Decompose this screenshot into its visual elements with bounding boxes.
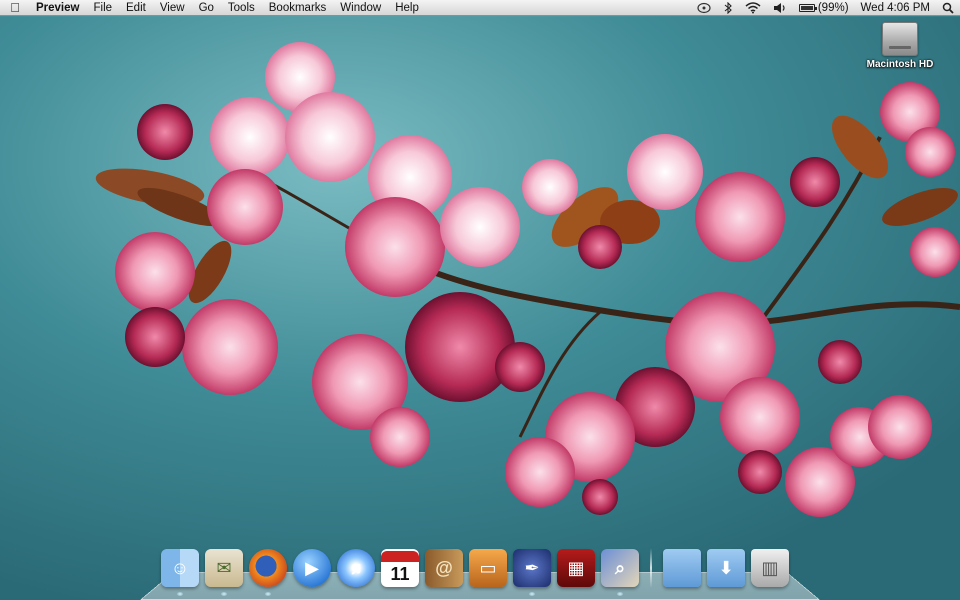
- mail-icon: ✉: [205, 549, 243, 587]
- ichat-icon: ▶: [293, 549, 331, 587]
- menu-view[interactable]: View: [153, 0, 192, 16]
- folder-icon: [663, 549, 701, 587]
- macintosh-hd-label: Macintosh HD: [866, 59, 934, 70]
- dock-separator: [650, 548, 652, 588]
- wifi-icon[interactable]: [739, 1, 767, 14]
- dock-item-trash[interactable]: ▥: [750, 548, 790, 588]
- calendar-icon: 11: [381, 549, 419, 587]
- dvd-icon: ▦: [557, 549, 595, 587]
- dock: ☺ ✉ ▶ ♫ 11 @ ▭ ✒ ▦ ⌕ ⬇ ▥: [160, 542, 790, 596]
- dock-item-itunes[interactable]: ♫: [336, 548, 376, 588]
- menu-bookmarks[interactable]: Bookmarks: [262, 0, 334, 16]
- dock-item-script-editor[interactable]: ✒: [512, 548, 552, 596]
- running-indicator: [265, 592, 271, 596]
- battery-icon: [798, 3, 817, 12]
- desktop-wallpaper: [0, 17, 960, 600]
- calendar-header: [381, 550, 419, 562]
- dock-item-mail[interactable]: ✉: [204, 548, 244, 596]
- dock-item-ichat[interactable]: ▶: [292, 548, 332, 588]
- preview-icon: ⌕: [601, 549, 639, 587]
- trash-icon: ▥: [751, 549, 789, 587]
- bluetooth-icon[interactable]: [717, 1, 739, 14]
- menu-file[interactable]: File: [86, 0, 119, 16]
- macintosh-hd-desktop-icon[interactable]: Macintosh HD: [864, 22, 936, 70]
- hard-drive-icon: [882, 22, 918, 56]
- dock-item-preview[interactable]: ⌕: [600, 548, 640, 596]
- time-machine-icon[interactable]: [691, 2, 717, 14]
- dock-item-address-book[interactable]: @: [424, 548, 464, 588]
- dock-item-ical[interactable]: 11: [380, 548, 420, 588]
- volume-icon[interactable]: [767, 2, 793, 14]
- spotlight-search-icon[interactable]: [936, 2, 960, 14]
- apple-menu-icon[interactable]: : [0, 0, 30, 16]
- keynote-icon: ▭: [469, 549, 507, 587]
- menu-window[interactable]: Window: [333, 0, 388, 16]
- dock-item-applications-folder[interactable]: [662, 548, 702, 588]
- running-indicator: [177, 592, 183, 596]
- menu-bar:  Preview File Edit View Go Tools Bookma…: [0, 0, 960, 16]
- dock-item-dvd-player[interactable]: ▦: [556, 548, 596, 588]
- app-menu-preview[interactable]: Preview: [30, 0, 86, 16]
- pen-icon: ✒: [513, 549, 551, 587]
- firefox-icon: [249, 549, 287, 587]
- running-indicator: [617, 592, 623, 596]
- battery-status[interactable]: (99%): [793, 0, 855, 16]
- itunes-icon: ♫: [337, 549, 375, 587]
- menu-edit[interactable]: Edit: [119, 0, 153, 16]
- dock-item-finder[interactable]: ☺: [160, 548, 200, 596]
- menu-clock[interactable]: Wed 4:06 PM: [855, 0, 936, 16]
- running-indicator: [529, 592, 535, 596]
- finder-icon: ☺: [161, 549, 199, 587]
- address-book-icon: @: [425, 549, 463, 587]
- downloads-folder-icon: ⬇: [707, 549, 745, 587]
- dock-item-keynote[interactable]: ▭: [468, 548, 508, 588]
- calendar-date: 11: [390, 563, 410, 584]
- dock-item-downloads-folder[interactable]: ⬇: [706, 548, 746, 588]
- menu-help[interactable]: Help: [388, 0, 426, 16]
- menu-go[interactable]: Go: [192, 0, 221, 16]
- running-indicator: [221, 592, 227, 596]
- dock-item-firefox[interactable]: [248, 548, 288, 596]
- menu-tools[interactable]: Tools: [221, 0, 262, 16]
- battery-percent: (99%): [817, 1, 849, 14]
